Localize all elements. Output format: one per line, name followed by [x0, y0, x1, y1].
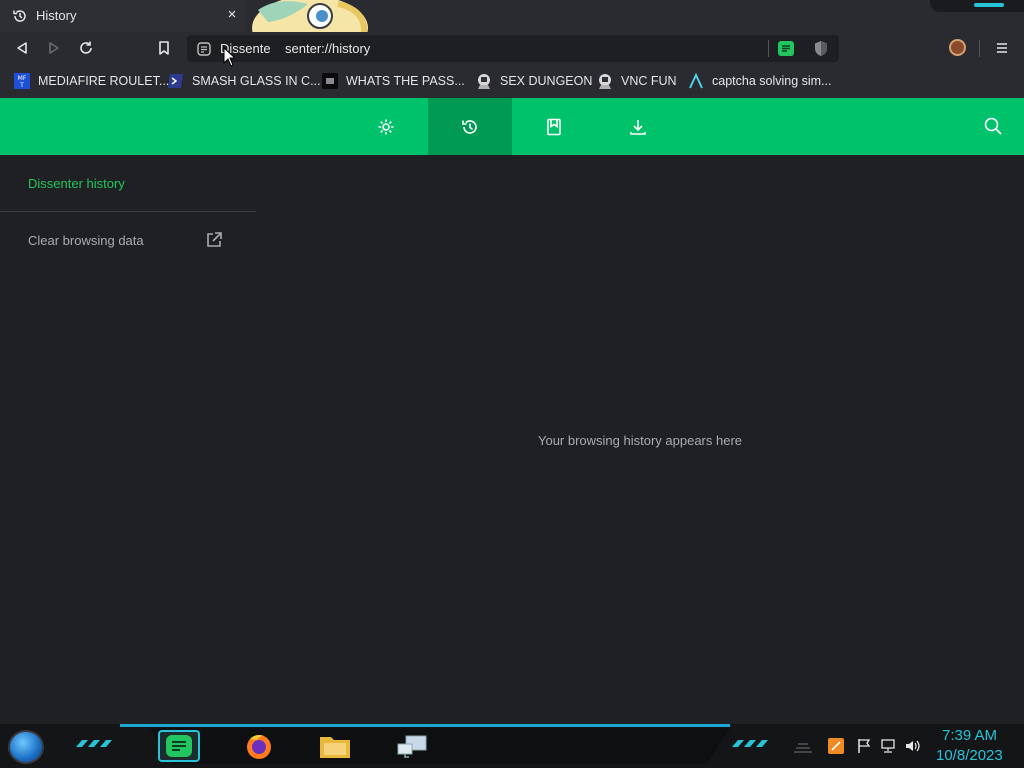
bookmark-item[interactable]: WHATS THE PASS...	[322, 71, 465, 91]
sidebar-heading[interactable]: Dissenter history	[28, 176, 125, 191]
forward-icon	[49, 42, 59, 54]
remote-desktop-icon	[397, 735, 427, 758]
app-tray-icon[interactable]	[828, 738, 844, 754]
svg-text:MF: MF	[18, 75, 27, 82]
start-button[interactable]	[8, 730, 44, 764]
empty-history-message: Your browsing history appears here	[537, 433, 743, 448]
clock-date[interactable]: 10/8/2023	[936, 747, 1003, 764]
tab-strip: History ×	[0, 0, 1024, 32]
bookmark-item[interactable]: SMASH GLASS IN C...	[168, 71, 321, 91]
bookmark-label: VNC FUN	[621, 74, 677, 88]
powershell-icon	[168, 74, 183, 88]
network-icon[interactable]	[880, 738, 896, 754]
taskbar-app-firefox[interactable]	[238, 730, 280, 762]
address-bar-divider	[768, 40, 769, 57]
badge-icon	[478, 74, 490, 89]
badge-icon	[599, 74, 611, 89]
gear-icon	[378, 119, 394, 134]
bookmark-icon	[547, 118, 561, 135]
clear-browsing-data-link[interactable]: Clear browsing data	[28, 233, 144, 248]
download-icon	[630, 119, 646, 135]
toolbar-divider	[979, 40, 980, 57]
bookmark-icon	[159, 41, 169, 55]
bookmark-label: MEDIAFIRE ROULET...	[38, 74, 170, 88]
lambda-icon	[689, 73, 703, 89]
svg-text:T: T	[19, 82, 24, 89]
tab-title: History	[36, 8, 77, 23]
chevron-decor-icon	[732, 740, 768, 747]
bookmark-item[interactable]: VNC FUN	[597, 71, 677, 91]
taskbar-app-file-explorer[interactable]	[314, 730, 356, 762]
bookmarks-bar: MF T MEDIAFIRE ROULET... SMASH GLASS IN C…	[0, 65, 1024, 98]
external-link-icon[interactable]	[205, 231, 223, 249]
history-icon	[462, 119, 477, 134]
back-icon	[17, 42, 27, 54]
taskbar-app-dissenter[interactable]	[158, 730, 200, 762]
taskbar-accent	[120, 724, 730, 727]
bookmark-page-button[interactable]	[154, 38, 174, 58]
tab-history[interactable]	[428, 98, 512, 155]
close-icon[interactable]: ×	[224, 6, 240, 24]
tab-downloads[interactable]	[596, 98, 680, 155]
bookmark-label: SEX DUNGEON	[500, 74, 593, 88]
dissenter-icon	[166, 735, 192, 757]
history-icon	[13, 10, 26, 22]
bookmark-item[interactable]: captcha solving sim...	[688, 71, 832, 91]
menu-button[interactable]	[992, 38, 1012, 58]
clock-time[interactable]: 7:39 AM	[942, 727, 997, 744]
mouse-cursor-icon	[223, 47, 235, 67]
taskbar-app-remote-desktop[interactable]	[392, 730, 434, 762]
back-button[interactable]	[12, 38, 32, 58]
forward-button[interactable]	[44, 38, 64, 58]
chevron-decor-icon	[76, 740, 112, 747]
bookmark-label: WHATS THE PASS...	[346, 74, 465, 88]
address-bar[interactable]: Dissente senter://history	[187, 35, 839, 62]
bookmark-item[interactable]: SEX DUNGEON	[476, 71, 592, 91]
shield-icon[interactable]	[814, 40, 828, 57]
tab-bookmarks[interactable]	[512, 98, 596, 155]
avatar[interactable]	[949, 39, 966, 56]
history-page-header	[0, 98, 1024, 155]
taskbar-app-strip	[150, 728, 730, 764]
bookmark-item[interactable]: MF T MEDIAFIRE ROULET...	[14, 71, 169, 91]
bookmark-label: SMASH GLASS IN C...	[192, 74, 321, 88]
dissenter-page-icon	[197, 42, 211, 56]
window-controls	[930, 0, 1024, 12]
tab-settings[interactable]	[344, 98, 428, 155]
search-icon[interactable]	[982, 115, 1004, 137]
flag-icon[interactable]	[856, 738, 872, 754]
reload-icon	[80, 41, 92, 54]
tab-history[interactable]: History ×	[0, 0, 246, 32]
show-hidden-icons-icon[interactable]	[792, 738, 814, 754]
volume-icon[interactable]	[904, 738, 920, 754]
browser-toolbar: Dissente senter://history	[0, 32, 1024, 65]
mediafire-icon: MFT	[14, 73, 30, 89]
url-text[interactable]: Dissente senter://history	[220, 41, 370, 56]
firefox-icon	[247, 735, 271, 759]
sidebar-divider	[0, 211, 256, 212]
dissenter-comment-icon[interactable]	[778, 41, 794, 56]
reload-button[interactable]	[76, 38, 96, 58]
terminal-icon	[322, 73, 338, 89]
hamburger-menu-icon	[997, 43, 1007, 53]
folder-icon	[320, 737, 350, 758]
bookmark-label: captcha solving sim...	[712, 74, 832, 88]
